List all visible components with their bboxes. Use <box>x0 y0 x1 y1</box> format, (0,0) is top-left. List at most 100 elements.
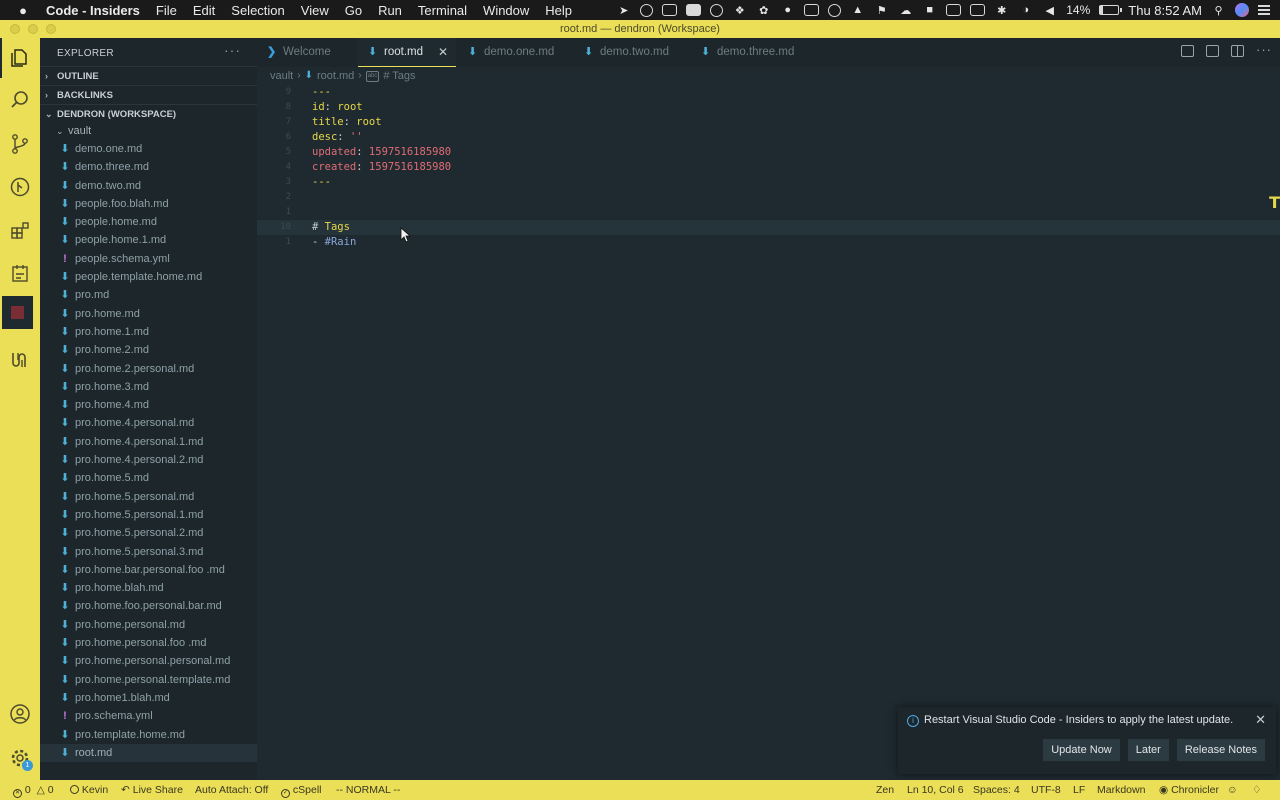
code-line[interactable]: 1 <box>257 205 1280 220</box>
testing-icon[interactable] <box>0 254 40 294</box>
tab-welcome[interactable]: ❯ Welcome <box>257 38 355 67</box>
maximize-window-button[interactable] <box>46 24 56 34</box>
wifi-icon[interactable]: ◑ <box>1018 4 1033 17</box>
file-item[interactable]: ⬇ pro.home.personal.template.md <box>40 671 257 689</box>
file-item[interactable]: ⬇ pro.home.foo.personal.bar.md <box>40 597 257 615</box>
menu-go[interactable]: Go <box>345 3 362 18</box>
zen-status[interactable]: Zen <box>876 780 894 800</box>
file-item[interactable]: ⬇ pro.md <box>40 286 257 304</box>
clock[interactable]: Thu 8:52 AM <box>1128 3 1202 18</box>
eol-status[interactable]: LF <box>1073 780 1085 800</box>
file-item[interactable]: ⬇ pro.home.5.personal.1.md <box>40 506 257 524</box>
more-actions-icon[interactable]: ··· <box>224 42 241 58</box>
account-icon[interactable] <box>0 694 40 734</box>
file-item[interactable]: ⬇ pro.home.5.md <box>40 469 257 487</box>
calendar-icon[interactable] <box>970 4 986 16</box>
file-item[interactable]: ⬇ pro.home1.blah.md <box>40 689 257 707</box>
camera-icon[interactable] <box>686 4 702 16</box>
bluetooth-icon[interactable]: ✱ <box>994 4 1009 17</box>
dropbox-icon[interactable]: ❖ <box>732 4 747 17</box>
code-line[interactable]: 5 updated: 1597516185980 <box>257 145 1280 160</box>
file-item[interactable]: ⬇ demo.one.md <box>40 140 257 158</box>
problems-status[interactable]: ✕ 0 △ 0 <box>13 780 54 800</box>
code-line[interactable]: 9 --- <box>257 85 1280 100</box>
encoding-status[interactable]: UTF-8 <box>1031 780 1061 800</box>
language-mode-status[interactable]: Markdown <box>1097 780 1145 800</box>
explorer-icon[interactable] <box>0 38 40 78</box>
siri-icon[interactable] <box>1235 3 1249 17</box>
file-item[interactable]: ⬇ pro.template.home.md <box>40 726 257 744</box>
file-item[interactable]: ⬇ pro.home.1.md <box>40 323 257 341</box>
section-backlinks[interactable]: › BACKLINKS <box>40 85 257 104</box>
menu-file[interactable]: File <box>156 3 177 18</box>
close-notification-icon[interactable]: ✕ <box>1255 712 1266 728</box>
circle-status-icon[interactable] <box>710 3 724 17</box>
file-item[interactable]: ⬇ demo.three.md <box>40 158 257 176</box>
user-status[interactable]: Kevin <box>70 780 108 800</box>
chronicler-status[interactable]: ◉ Chronicler <box>1159 780 1219 800</box>
close-window-button[interactable] <box>10 24 20 34</box>
git-graph-icon[interactable] <box>0 167 40 207</box>
flame-icon[interactable]: ▲ <box>850 4 865 17</box>
display-icon[interactable] <box>804 4 820 16</box>
file-item[interactable]: ⬇ pro.home.personal.md <box>40 616 257 634</box>
code-line[interactable]: 6 desc: '' <box>257 130 1280 145</box>
code-editor[interactable]: 9 --- 8 id: root 7 title: root 6 desc: '' 5 updat… <box>257 85 1280 780</box>
spotlight-search-icon[interactable]: ⚲ <box>1211 4 1226 17</box>
source-control-icon[interactable] <box>0 124 40 164</box>
section-workspace[interactable]: ⌄ DENDRON (WORKSPACE) <box>40 104 257 123</box>
file-item[interactable]: ! people.schema.yml <box>40 250 257 268</box>
section-outline[interactable]: › OUTLINE <box>40 66 257 85</box>
more-actions-icon[interactable]: ··· <box>1256 43 1272 57</box>
apple-menu-icon[interactable]: ● <box>16 3 30 18</box>
file-item[interactable]: ⬇ root.md <box>40 743 257 763</box>
feedback-icon[interactable]: ☺ <box>1227 780 1238 800</box>
file-item[interactable]: ⬇ people.home.1.md <box>40 231 257 249</box>
menu-selection[interactable]: Selection <box>231 3 284 18</box>
shirt-icon[interactable]: ■ <box>922 4 937 17</box>
file-item[interactable]: ⬇ pro.home.4.personal.md <box>40 414 257 432</box>
tab-demo-one[interactable]: ⬇ demo.one.md <box>458 38 572 67</box>
search-icon[interactable] <box>0 80 40 120</box>
file-item[interactable]: ⬇ pro.home.2.personal.md <box>40 360 257 378</box>
tab-demo-two[interactable]: ⬇ demo.two.md <box>574 38 688 67</box>
file-item[interactable]: ⬇ pro.home.5.personal.md <box>40 488 257 506</box>
code-line[interactable]: 8 id: root <box>257 100 1280 115</box>
file-item[interactable]: ⬇ pro.home.personal.personal.md <box>40 652 257 670</box>
file-item[interactable]: ⬇ people.home.md <box>40 213 257 231</box>
update-now-button[interactable]: Update Now <box>1043 739 1120 761</box>
cspell-status[interactable]: ✓ cSpell <box>281 780 322 800</box>
code-line[interactable]: 2 <box>257 190 1280 205</box>
file-item[interactable]: ⬇ pro.home.4.md <box>40 396 257 414</box>
dendron-icon[interactable] <box>0 340 40 380</box>
close-tab-icon[interactable]: ✕ <box>438 38 448 67</box>
later-button[interactable]: Later <box>1127 739 1169 761</box>
code-line[interactable]: 7 title: root <box>257 115 1280 130</box>
menu-view[interactable]: View <box>301 3 329 18</box>
settings-cog-icon[interactable]: ✿ <box>756 4 771 17</box>
file-item[interactable]: ⬇ people.foo.blah.md <box>40 195 257 213</box>
file-item[interactable]: ⬇ pro.home.blah.md <box>40 579 257 597</box>
sync-icon[interactable] <box>640 3 654 17</box>
indentation-status[interactable]: Spaces: 4 <box>973 780 1020 800</box>
folder-vault[interactable]: ⌄ vault <box>40 122 257 140</box>
location-arrow-icon[interactable]: ➤ <box>616 4 631 17</box>
battery-icon[interactable] <box>1099 5 1123 15</box>
file-item[interactable]: ⬇ demo.two.md <box>40 177 257 195</box>
minimize-window-button[interactable] <box>28 24 38 34</box>
toolbox-icon[interactable] <box>662 4 678 16</box>
flag-icon[interactable]: ⚑ <box>874 4 889 17</box>
notification-center-icon[interactable] <box>1258 5 1270 15</box>
stop-recording-icon[interactable] <box>2 296 33 329</box>
code-line[interactable]: 4 created: 1597516185980 <box>257 160 1280 175</box>
extensions-icon[interactable] <box>0 211 40 251</box>
open-preview-icon[interactable] <box>1181 45 1194 57</box>
screen-share-icon[interactable] <box>946 4 962 16</box>
one-password-icon[interactable] <box>828 3 842 17</box>
preview-side-icon[interactable] <box>1206 45 1219 57</box>
menu-help[interactable]: Help <box>545 3 572 18</box>
breadcrumb-folder[interactable]: vault <box>270 67 293 85</box>
tab-demo-three[interactable]: ⬇ demo.three.md <box>691 38 815 67</box>
breadcrumb-symbol[interactable]: # Tags <box>383 67 415 85</box>
menu-window[interactable]: Window <box>483 3 529 18</box>
